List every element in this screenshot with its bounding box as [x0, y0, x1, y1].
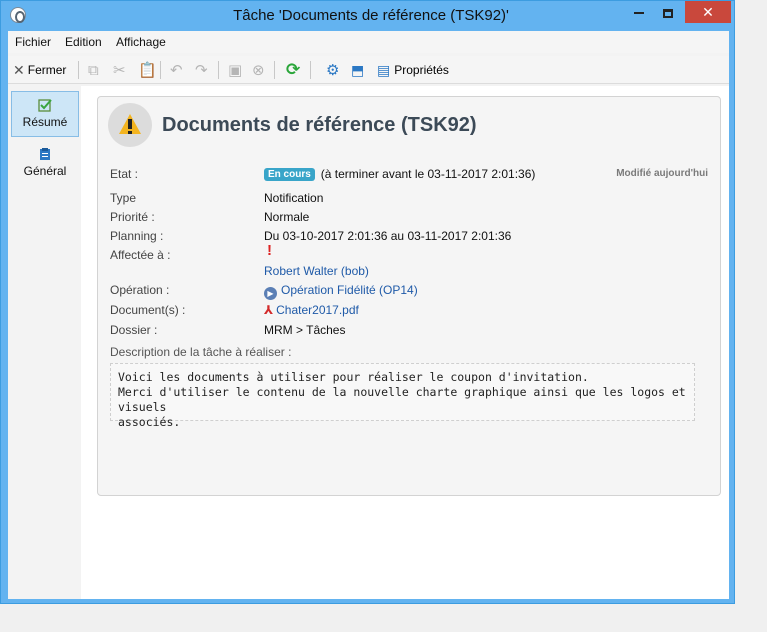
type-label: Type: [110, 191, 137, 205]
operation-label: Opération :: [110, 283, 170, 297]
description-label: Description de la tâche à réaliser :: [110, 345, 292, 359]
task-title: Documents de référence (TSK92): [162, 114, 477, 136]
document-link[interactable]: ⅄ Chater2017.pdf: [264, 303, 359, 317]
document-name: Chater2017.pdf: [276, 303, 359, 317]
properties-label: Propriétés: [394, 63, 449, 77]
task-window: Tâche 'Documents de référence (TSK92)' ✕…: [0, 0, 735, 604]
clipboard-icon: [40, 148, 50, 160]
dossier-value: MRM > Tâches: [264, 323, 346, 337]
affectee-label: Affectée à :: [110, 248, 171, 262]
nav-label-general: Général: [23, 164, 67, 178]
toolbar: ✕ Fermer ⧉ ✂ 📋 ↶ ↷ ▣ ⊗ ⟳ ⚙ ⬒ ▤ Propriété…: [8, 56, 729, 84]
clipboard-icon: ▤: [377, 61, 391, 78]
redo-icon[interactable]: ↷: [195, 59, 208, 81]
maximize-icon: [663, 8, 673, 18]
save-icon[interactable]: ▣: [228, 59, 242, 81]
refresh-icon[interactable]: ⟳: [286, 59, 300, 81]
undo-icon[interactable]: ↶: [170, 59, 183, 81]
menu-fichier[interactable]: Fichier: [15, 35, 51, 49]
priorite-value: Normale: [264, 210, 310, 224]
properties-button[interactable]: ▤ Propriétés: [377, 59, 449, 81]
operation-icon: ▶: [264, 287, 277, 300]
toolbar-separator: [160, 61, 161, 79]
menu-affichage[interactable]: Affichage: [116, 35, 166, 49]
planning-label: Planning :: [110, 229, 164, 243]
menu-bar: Fichier Edition Affichage: [8, 31, 729, 53]
description-text: Voici les documents à utiliser pour réal…: [110, 363, 695, 429]
window-client: Fichier Edition Affichage ✕ Fermer ⧉ ✂ 📋…: [8, 31, 729, 599]
task-summary-card: Documents de référence (TSK92) Modifié a…: [97, 96, 721, 496]
minimize-button[interactable]: [626, 1, 652, 23]
toolbar-separator: [310, 61, 311, 79]
priorite-label: Priorité :: [110, 210, 155, 224]
etat-label: Etat :: [110, 167, 139, 181]
menu-edition[interactable]: Edition: [65, 35, 102, 49]
etat-deadline: (à terminer avant le 03-11-2017 2:01:36): [320, 167, 536, 181]
window-title: Tâche 'Documents de référence (TSK92)': [233, 7, 509, 24]
close-icon: ✕: [13, 61, 25, 78]
modified-status: Modifié aujourd'hui: [616, 168, 708, 179]
assignee-link[interactable]: Robert Walter (bob): [264, 264, 369, 278]
cut-icon[interactable]: ✂: [113, 59, 126, 81]
alert-icon: !: [267, 242, 272, 259]
workflow-icon[interactable]: ⬒: [351, 59, 364, 81]
cancel-icon[interactable]: ⊗: [252, 59, 265, 81]
paste-icon[interactable]: 📋: [138, 59, 157, 81]
minimize-icon: [634, 12, 644, 15]
pdf-icon: ⅄: [264, 303, 274, 317]
nav-label-resume: Résumé: [22, 115, 68, 129]
etat-value: En cours (à terminer avant le 03-11-2017 …: [264, 167, 535, 181]
title-bar[interactable]: Tâche 'Documents de référence (TSK92)' ✕: [1, 1, 734, 31]
status-badge: En cours: [264, 168, 315, 181]
operation-link[interactable]: ▶ Opération Fidélité (OP14): [264, 283, 418, 300]
type-value: Notification: [264, 191, 324, 205]
app-icon[interactable]: [10, 7, 26, 23]
nav-item-resume[interactable]: Résumé: [11, 91, 79, 137]
nav-item-general[interactable]: Général: [11, 141, 79, 187]
toolbar-separator: [274, 61, 275, 79]
toolbar-separator: [218, 61, 219, 79]
side-nav: Résumé Général: [8, 86, 81, 599]
toolbar-separator: [78, 61, 79, 79]
documents-label: Document(s) :: [110, 303, 186, 317]
close-window-button[interactable]: ✕: [685, 1, 731, 23]
checkmark-icon: [38, 99, 52, 112]
copy-icon[interactable]: ⧉: [88, 59, 99, 81]
close-button[interactable]: ✕ Fermer: [13, 59, 66, 81]
planning-value: Du 03-10-2017 2:01:36 au 03-11-2017 2:01…: [264, 229, 512, 243]
warning-icon: [108, 103, 152, 147]
settings-icon[interactable]: ⚙: [326, 59, 339, 81]
operation-label-text: Opération Fidélité (OP14): [281, 283, 418, 297]
close-label: Fermer: [27, 63, 67, 77]
dossier-label: Dossier :: [110, 323, 158, 337]
maximize-button[interactable]: [655, 1, 681, 23]
